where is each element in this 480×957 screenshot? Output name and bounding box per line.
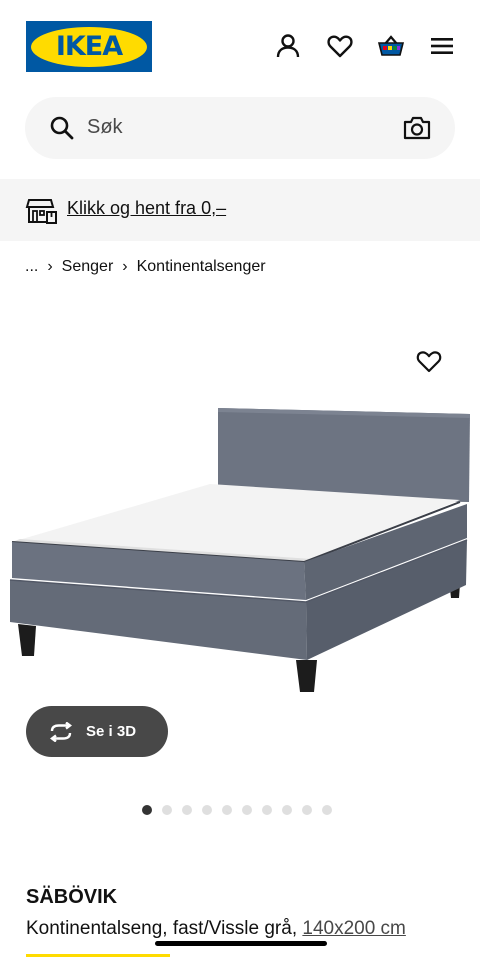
gallery-dot[interactable] xyxy=(162,805,172,815)
header: IKEA xyxy=(0,0,480,90)
breadcrumb-separator-icon: › xyxy=(47,258,53,275)
gallery-dot[interactable] xyxy=(202,805,212,815)
heart-icon[interactable] xyxy=(326,32,354,60)
breadcrumb: ... › Senger › Kontinentalsenger xyxy=(25,258,266,276)
logo-text: IKEA xyxy=(55,31,123,62)
gallery-dot[interactable] xyxy=(322,805,332,815)
view-in-3d-label: Se i 3D xyxy=(86,723,137,740)
add-to-favourites-icon[interactable] xyxy=(416,349,442,373)
store-pickup-icon xyxy=(25,199,57,224)
rotate-3d-icon xyxy=(50,721,72,742)
product-type: Kontinentalseng, fast/Vissle grå, xyxy=(26,918,298,939)
breadcrumb-separator-icon: › xyxy=(122,258,128,275)
ikea-logo[interactable]: IKEA xyxy=(26,21,152,72)
gallery-dot[interactable] xyxy=(262,805,272,815)
home-indicator[interactable] xyxy=(155,941,327,946)
product-description: Kontinentalseng, fast/Vissle grå, 140x20… xyxy=(26,918,406,940)
search-bar[interactable]: Søk xyxy=(25,97,455,159)
camera-icon[interactable] xyxy=(403,115,431,141)
menu-icon[interactable] xyxy=(428,32,456,60)
gallery-dot[interactable] xyxy=(142,805,152,815)
gallery-dot[interactable] xyxy=(282,805,292,815)
gallery-dot[interactable] xyxy=(182,805,192,815)
gallery-dot[interactable] xyxy=(242,805,252,815)
breadcrumb-ellipsis[interactable]: ... xyxy=(25,258,38,276)
view-in-3d-button[interactable]: Se i 3D xyxy=(26,706,168,757)
click-collect-link[interactable]: Klikk og hent fra 0,– xyxy=(67,198,226,219)
product-size-link[interactable]: 140x200 cm xyxy=(302,918,406,939)
search-icon xyxy=(50,116,74,140)
logo-oval: IKEA xyxy=(31,26,147,67)
product-name: SÄBÖVIK xyxy=(26,886,118,908)
breadcrumb-item-kontinentalsenger[interactable]: Kontinentalsenger xyxy=(137,258,266,276)
product-image[interactable] xyxy=(0,330,480,730)
account-icon[interactable] xyxy=(274,32,302,60)
click-collect-banner[interactable]: Klikk og hent fra 0,– xyxy=(0,179,480,241)
search-input[interactable]: Søk xyxy=(87,116,123,139)
breadcrumb-item-senger[interactable]: Senger xyxy=(62,258,114,276)
gallery-dot[interactable] xyxy=(302,805,312,815)
gallery-pagination xyxy=(142,805,332,815)
basket-icon[interactable] xyxy=(377,32,405,60)
gallery-dot[interactable] xyxy=(222,805,232,815)
